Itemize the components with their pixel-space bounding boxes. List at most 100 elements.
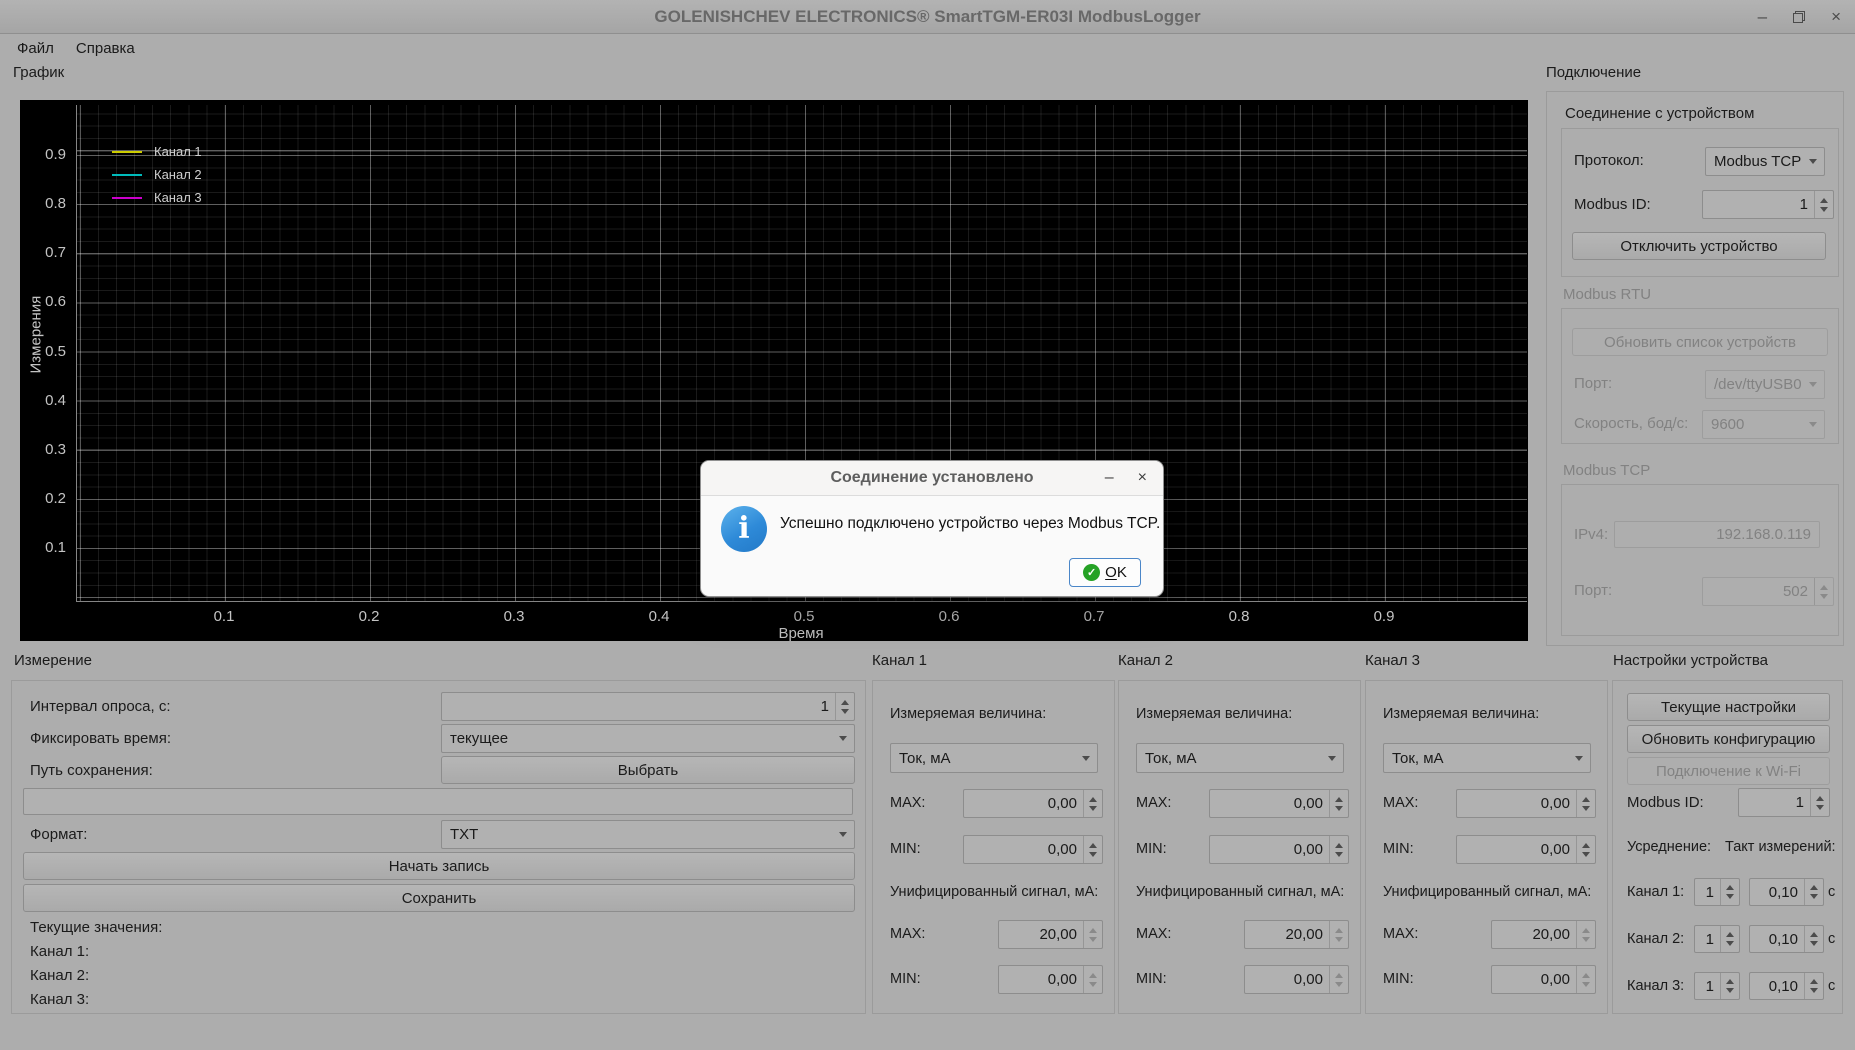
menu-item-help[interactable]: Справка [65,36,146,61]
minimize-icon[interactable]: – [1758,8,1767,25]
unified-max-label: MAX: [1136,926,1171,942]
max-label: MAX: [890,795,925,811]
tact-value: 0,10 [1750,978,1804,995]
choose-path-button[interactable]: Выбрать [441,756,855,784]
averaging-spinbox[interactable]: 1 [1694,925,1740,953]
ok-button[interactable]: ✓ OK [1069,558,1141,587]
tact-spinbox[interactable]: 0,10 [1749,925,1824,953]
protocol-select[interactable]: Modbus TCP [1705,147,1825,176]
unified-max-spinbox: 20,00 [1491,920,1596,949]
rtu-port-value: /dev/ttyUSB0 [1706,376,1802,393]
spinner-buttons[interactable] [1804,926,1823,952]
modbus-tcp-frame: IPv4: 192.168.0.119 Порт: 502 [1561,484,1839,636]
baud-select: 9600 [1702,410,1825,439]
fix-time-label: Фиксировать время: [30,730,171,747]
current-channel-3-label: Канал 3: [30,991,89,1008]
dialog-body: i Успешно подключено устройство через Mo… [701,496,1163,596]
dialog-close-icon[interactable]: × [1138,469,1147,487]
seconds-unit-label: с [1828,884,1835,900]
spinner-buttons[interactable] [1329,790,1348,817]
tact-header-label: Такт измерений: [1725,839,1836,855]
spinner-buttons [1083,966,1102,993]
measurement-section-label: Измерение [14,652,92,669]
min-spinbox[interactable]: 0,00 [1456,835,1596,864]
chart-legend: Канал 1Канал 2Канал 3 [112,140,202,209]
max-spinbox[interactable]: 0,00 [1456,789,1596,818]
spinner-buttons[interactable] [1329,836,1348,863]
spinner-buttons[interactable] [1720,973,1739,999]
baud-value: 9600 [1703,416,1802,433]
save-button[interactable]: Сохранить [23,884,855,912]
unified-max-spinbox-value: 20,00 [999,926,1083,943]
min-spinbox[interactable]: 0,00 [1209,835,1349,864]
quantity-select[interactable]: Ток, мА [1383,743,1591,773]
spinner-buttons[interactable] [1810,789,1829,816]
close-icon[interactable]: × [1831,8,1841,25]
info-icon: i [721,506,767,552]
spinner-buttons[interactable] [1720,926,1739,952]
x-axis-label: Время [751,625,851,642]
device-connection-label: Соединение с устройством [1565,105,1754,122]
spinner-buttons[interactable] [1576,790,1595,817]
format-value: TXT [442,826,832,843]
format-select[interactable]: TXT [441,820,855,849]
tact-spinbox[interactable]: 0,10 [1749,878,1824,906]
measured-quantity-label: Измеряемая величина: [890,706,1046,722]
spinner-buttons[interactable] [1083,836,1102,863]
window-controls: – × [1758,0,1841,33]
modbus-id-label: Modbus ID: [1574,196,1651,213]
averaging-spinbox[interactable]: 1 [1694,972,1740,1000]
measurement-panel: Интервал опроса, с: 1 Фиксировать время:… [11,680,866,1014]
update-config-button[interactable]: Обновить конфигурацию [1627,725,1830,753]
spinner-buttons[interactable] [1804,973,1823,999]
quantity-value: Ток, мА [1384,750,1568,767]
channel-panel-1: Измеряемая величина: Ток, мА MAX: 0,00 M… [872,680,1115,1014]
interval-spinbox[interactable]: 1 [441,692,855,721]
unified-min-spinbox: 0,00 [1244,965,1349,994]
spinner-buttons[interactable] [835,693,854,720]
unified-min-spinbox: 0,00 [998,965,1103,994]
modbus-id-spinbox[interactable]: 1 [1702,190,1834,219]
device-settings-panel: Текущие настройки Обновить конфигурацию … [1612,680,1843,1014]
settings-modbus-id-spinbox[interactable]: 1 [1738,788,1830,817]
seconds-unit-label: с [1828,978,1835,994]
max-spinbox[interactable]: 0,00 [1209,789,1349,818]
quantity-value: Ток, мА [1137,750,1321,767]
spinner-buttons[interactable] [1720,879,1739,905]
max-label: MAX: [1383,795,1418,811]
averaging-spinbox[interactable]: 1 [1694,878,1740,906]
chevron-down-icon [1802,159,1824,164]
quantity-select[interactable]: Ток, мА [1136,743,1344,773]
wifi-connect-button: Подключение к Wi-Fi [1627,757,1830,785]
unified-min-spinbox: 0,00 [1491,965,1596,994]
spinner-buttons [1576,921,1595,948]
avg-channel-label: Канал 1: [1627,884,1684,900]
tcp-port-value: 502 [1703,583,1814,600]
disconnect-device-button[interactable]: Отключить устройство [1572,232,1826,260]
path-input[interactable] [23,788,853,815]
unified-min-spinbox-value: 0,00 [1492,971,1576,988]
max-spinbox[interactable]: 0,00 [963,789,1103,818]
menu-item-file[interactable]: Файл [6,36,65,61]
quantity-select[interactable]: Ток, мА [890,743,1098,773]
tact-spinbox[interactable]: 0,10 [1749,972,1824,1000]
current-settings-button[interactable]: Текущие настройки [1627,693,1830,721]
modbus-rtu-label: Modbus RTU [1563,286,1651,303]
restore-icon[interactable] [1793,11,1805,23]
tcp-port-spinbox: 502 [1702,577,1834,606]
min-spinbox[interactable]: 0,00 [963,835,1103,864]
chart-section-label: График [13,64,64,81]
fix-time-select[interactable]: текущее [441,724,855,753]
max-spinbox-value: 0,00 [1457,795,1576,812]
min-label: MIN: [1136,841,1167,857]
start-recording-button[interactable]: Начать запись [23,852,855,880]
legend-series-name: Канал 3 [154,190,202,205]
spinner-buttons[interactable] [1814,191,1833,218]
spinner-buttons[interactable] [1804,879,1823,905]
spinner-buttons [1083,921,1102,948]
spinner-buttons[interactable] [1576,836,1595,863]
dialog-minimize-icon[interactable]: – [1105,469,1114,487]
spinner-buttons[interactable] [1083,790,1102,817]
connection-panel: Соединение с устройством Протокол: Modbu… [1546,91,1844,646]
averaging-header-label: Усреднение: [1627,839,1711,855]
